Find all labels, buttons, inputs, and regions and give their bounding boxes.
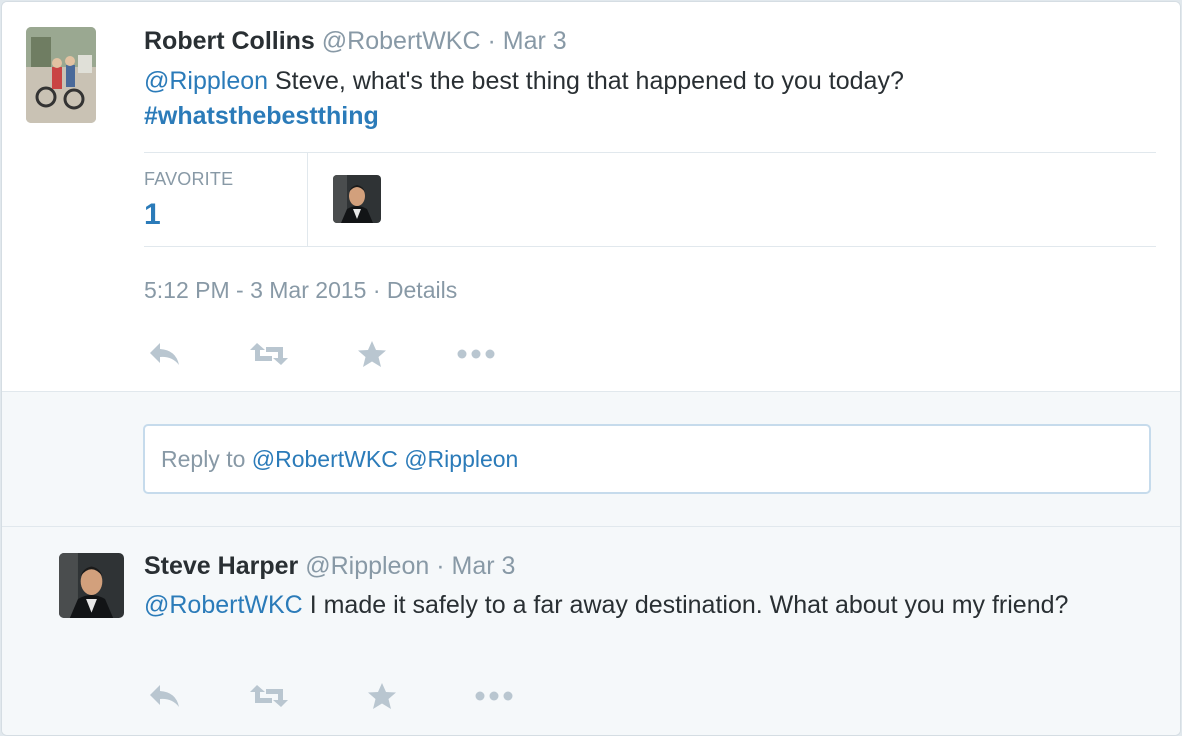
tweet-header: Robert Collins @RobertWKC · Mar 3 [144,26,567,56]
details-link[interactable]: Details [387,277,457,303]
reply-icon[interactable] [147,679,181,713]
tweet-text: @Rippleon Steve, what's the best thing t… [144,64,1144,134]
avatar-robert-collins[interactable] [26,27,96,123]
tweet-stats: FAVORITE 1 [144,152,1156,247]
separator: · [487,27,496,55]
favorite-stat-count: 1 [144,198,161,231]
main-tweet: Robert Collins @RobertWKC · Mar 3 @Rippl… [2,2,1180,392]
username[interactable]: @RobertWKC [322,27,481,55]
tweet-timestamp[interactable]: 5:12 PM - 3 Mar 2015 [144,277,366,303]
mention-link[interactable]: @Rippleon [144,67,268,95]
favorite-icon[interactable] [356,337,388,371]
retweet-icon[interactable] [248,679,290,713]
reply-tweet-actions [144,679,544,715]
reply-tweet: Steve Harper @Rippleon · Mar 3 @RobertWK… [2,527,1180,735]
fullname[interactable]: Robert Collins [144,27,315,55]
reply-prefix: Reply to [161,446,252,472]
reply-mention-2: @Rippleon [404,446,519,472]
reply-icon[interactable] [147,337,181,371]
tweet-actions [144,337,544,373]
favorite-stat-label: FAVORITE [144,169,234,189]
reply-tweet-text: @RobertWKC I made it safely to a far awa… [144,588,1124,623]
stat-divider [307,153,308,246]
favoriter-avatar[interactable] [333,175,381,223]
reply-box-area: Reply to @RobertWKC @Rippleon [2,392,1180,527]
retweet-icon[interactable] [248,337,290,371]
avatar-steve-harper[interactable] [59,553,124,618]
reply-tweet-body: I made it safely to a far away destinati… [302,591,1069,619]
reply-input[interactable]: Reply to @RobertWKC @Rippleon [143,424,1151,494]
conversation-card: Robert Collins @RobertWKC · Mar 3 @Rippl… [1,1,1181,736]
hashtag-link[interactable]: #whatsthebestthing [144,102,379,130]
tweet-date[interactable]: Mar 3 [503,27,567,55]
favorite-icon[interactable] [366,679,398,713]
reply-tweet-date[interactable]: Mar 3 [452,552,516,580]
timestamp-dot: · [372,277,381,303]
more-icon[interactable] [456,337,496,371]
reply-fullname[interactable]: Steve Harper [144,552,298,580]
reply-mention-1: @RobertWKC [251,446,398,472]
reply-username[interactable]: @Rippleon [305,552,429,580]
reply-tweet-header: Steve Harper @Rippleon · Mar 3 [144,551,515,581]
tweet-body: Steve, what's the best thing that happen… [268,67,904,95]
reply-mention-link[interactable]: @RobertWKC [144,591,303,619]
reply-separator: · [436,552,445,580]
more-icon[interactable] [474,679,514,713]
timestamp-row: 5:12 PM - 3 Mar 2015 · Details [144,277,457,304]
